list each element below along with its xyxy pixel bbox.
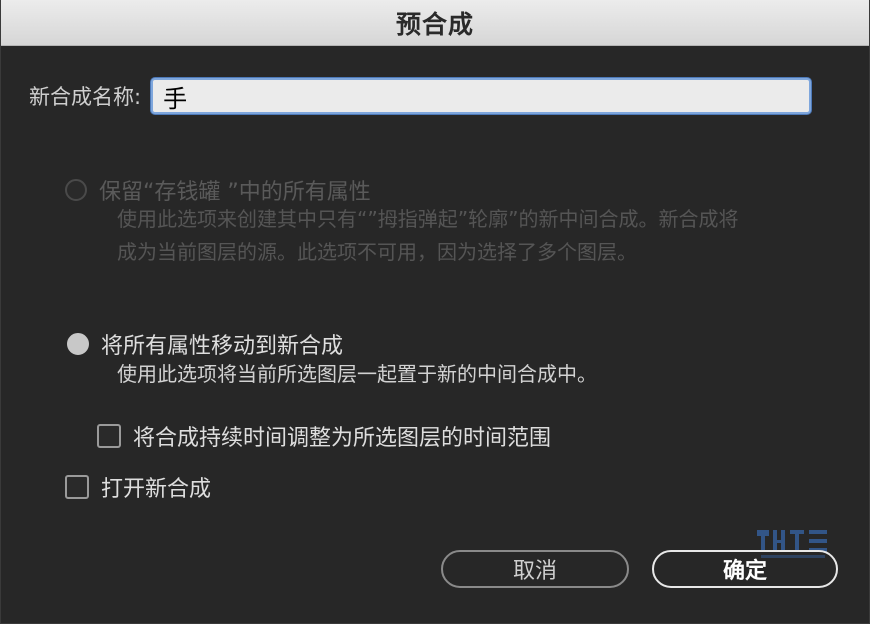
composition-name-input[interactable] — [151, 78, 812, 114]
option-keep-attributes: 保留“存钱罐 ”中的所有属性 — [65, 174, 371, 206]
title-bar[interactable]: 预合成 — [1, 0, 869, 46]
option-move-attributes[interactable]: 将所有属性移动到新合成 — [67, 328, 343, 360]
name-label: 新合成名称: — [29, 85, 142, 109]
dialog-title: 预合成 — [395, 9, 474, 39]
keep-description-line-1: 使用此选项来创建其中只有“”拇指弹起”轮廓”的新中间合成。新合成将 — [117, 207, 739, 231]
name-row: 新合成名称: — [29, 78, 812, 114]
ok-button[interactable]: 确定 — [652, 550, 838, 588]
keep-attributes-radio — [65, 179, 87, 201]
open-new-comp-option[interactable]: 打开新合成 — [65, 471, 211, 503]
move-attributes-radio[interactable] — [67, 333, 89, 355]
move-attributes-label[interactable]: 将所有属性移动到新合成 — [101, 328, 343, 360]
open-new-comp-checkbox[interactable] — [65, 475, 89, 499]
move-attributes-description: 使用此选项将当前所选图层一起置于新的中间合成中。 — [117, 362, 597, 386]
cancel-button[interactable]: 取消 — [441, 550, 629, 588]
keep-description-line-2: 成为当前图层的源。此选项不可用，因为选择了多个图层。 — [117, 240, 637, 264]
adjust-duration-checkbox[interactable] — [97, 424, 121, 448]
keep-attributes-label: 保留“存钱罐 ”中的所有属性 — [99, 180, 371, 205]
precompose-dialog: 预合成 新合成名称: 保留“存钱罐 ”中的所有属性 使用此选项来创建其中只有“”… — [0, 0, 870, 624]
adjust-duration-label[interactable]: 将合成持续时间调整为所选图层的时间范围 — [133, 420, 551, 452]
keep-attributes-description: 使用此选项来创建其中只有“”拇指弹起”轮廓”的新中间合成。新合成将 成为当前图层… — [117, 203, 738, 269]
adjust-duration-option[interactable]: 将合成持续时间调整为所选图层的时间范围 — [97, 420, 551, 452]
open-new-comp-label[interactable]: 打开新合成 — [101, 471, 211, 503]
